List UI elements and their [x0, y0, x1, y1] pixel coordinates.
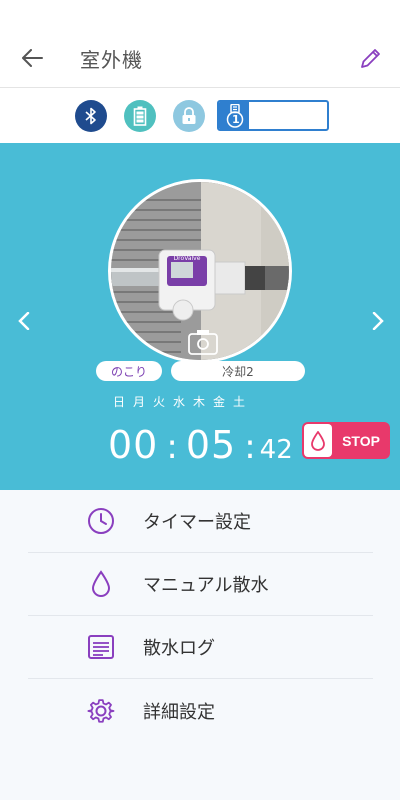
log-list-icon	[86, 632, 116, 662]
back-button[interactable]	[14, 40, 50, 76]
page-title: 室外機	[80, 48, 143, 72]
menu-item-label: マニュアル散水	[143, 575, 269, 596]
weekday-fri: 金	[212, 395, 225, 409]
timer-separator: :	[166, 427, 178, 467]
sensor-number: 1	[232, 113, 240, 126]
weekday-thu: 木	[192, 395, 205, 409]
previous-device-button[interactable]	[12, 309, 36, 333]
menu-item-manual-watering[interactable]: マニュアル散水	[28, 553, 373, 616]
timer-separator: :	[244, 427, 256, 467]
water-drop-icon	[311, 430, 325, 451]
lock-icon	[182, 107, 196, 124]
device-status-row: 1	[0, 89, 400, 142]
chevron-left-icon	[18, 312, 30, 330]
menu-item-watering-log[interactable]: 散水ログ	[28, 616, 373, 679]
arrow-left-icon	[22, 49, 43, 67]
app-header: 室外機	[0, 0, 400, 88]
lock-status[interactable]	[173, 100, 205, 132]
program-name: 冷却2	[171, 361, 305, 381]
gear-icon	[86, 696, 116, 726]
valve-control-panel: DroValve のこり 冷却2 日 月 火 水 木 金 土 00 : 05:…	[0, 143, 400, 490]
device-photo-image: DroValve	[111, 182, 289, 360]
stop-label: STOP	[342, 432, 380, 449]
pencil-icon	[361, 49, 380, 68]
weekday-sat: 土	[232, 395, 245, 409]
next-device-button[interactable]	[366, 309, 390, 333]
menu-item-timer-settings[interactable]: タイマー設定	[28, 490, 373, 553]
main-menu: タイマー設定 マニュアル散水 散水ログ 詳細設定	[0, 490, 400, 800]
device-brand-label: DroValve	[174, 255, 201, 262]
weekday-sun: 日	[112, 395, 125, 409]
water-drop-icon	[86, 569, 116, 599]
menu-item-label: タイマー設定	[143, 512, 251, 533]
chevron-right-icon	[372, 312, 384, 330]
bluetooth-icon	[85, 107, 96, 125]
weekday-mon: 月	[132, 395, 145, 409]
stop-button[interactable]: STOP	[302, 422, 390, 459]
timer-hours: 00	[108, 423, 159, 467]
menu-item-label: 散水ログ	[143, 638, 215, 659]
weekday-row: 日 月 火 水 木 金 土	[112, 393, 246, 410]
timer-seconds: 42	[259, 435, 293, 465]
countdown-timer: 00 : 05 : 42	[108, 423, 293, 467]
edit-button[interactable]	[355, 42, 387, 74]
bluetooth-status[interactable]	[75, 100, 107, 132]
battery-icon	[133, 106, 147, 126]
menu-item-label: 詳細設定	[143, 701, 215, 723]
stop-icon-box	[304, 424, 332, 457]
menu-item-advanced-settings[interactable]: 詳細設定	[28, 679, 373, 742]
remaining-label: のこり	[96, 361, 162, 381]
weekday-tue: 火	[152, 395, 165, 409]
weekday-wed: 水	[172, 395, 185, 409]
device-photo[interactable]: DroValve	[108, 179, 292, 363]
battery-status[interactable]	[124, 100, 156, 132]
clock-icon	[86, 506, 116, 536]
sensor-level-indicator: 1	[217, 100, 329, 131]
timer-minutes: 05	[185, 423, 237, 467]
